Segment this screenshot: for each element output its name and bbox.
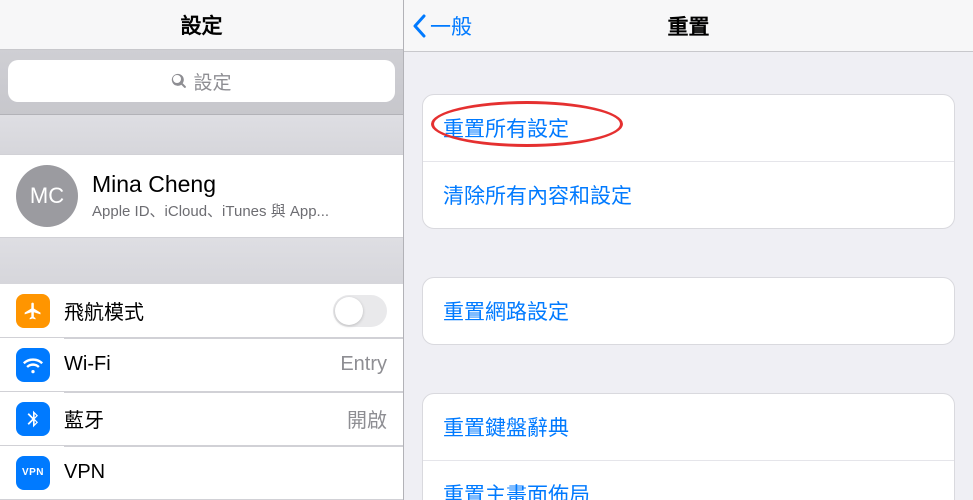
back-button[interactable]: 一般 (404, 11, 472, 41)
account-subtitle: Apple ID、iCloud、iTunes 與 App... (92, 200, 329, 221)
reset-group-2: 重置網路設定 (422, 277, 955, 345)
account-name: Mina Cheng (92, 171, 329, 198)
sidebar-item-airplane[interactable]: 飛航模式 (0, 284, 403, 338)
reset-keyboard-dict[interactable]: 重置鍵盤辭典 (423, 394, 954, 460)
section-gap (0, 238, 403, 284)
sidebar-item-bluetooth[interactable]: 藍牙 開啟 (0, 392, 403, 446)
chevron-left-icon (412, 14, 426, 38)
settings-sidebar: 設定 設定 MC Mina Cheng Apple ID、iCloud、iTun… (0, 0, 403, 500)
wifi-icon (16, 348, 50, 382)
airplane-switch[interactable] (333, 295, 387, 327)
search-icon (171, 73, 187, 89)
sidebar-item-vpn[interactable]: VPN VPN (0, 446, 403, 500)
airplane-icon (16, 294, 50, 328)
erase-all-content[interactable]: 清除所有內容和設定 (423, 161, 954, 228)
sidebar-header: 設定 (0, 0, 403, 50)
reset-group-1: 重置所有設定 清除所有內容和設定 (422, 94, 955, 229)
apple-id-text: Mina Cheng Apple ID、iCloud、iTunes 與 App.… (92, 171, 329, 221)
avatar: MC (16, 165, 78, 227)
apple-id-row[interactable]: MC Mina Cheng Apple ID、iCloud、iTunes 與 A… (0, 154, 403, 239)
wifi-label: Wi-Fi (64, 353, 326, 376)
vpn-icon: VPN (16, 456, 50, 490)
detail-panel: 一般 重置 重置所有設定 清除所有內容和設定 重置網路設定 重置鍵盤辭典 重置主… (403, 0, 973, 500)
vpn-label: VPN (64, 461, 387, 484)
sidebar-item-wifi[interactable]: Wi-Fi Entry (0, 338, 403, 392)
airplane-label: 飛航模式 (64, 296, 319, 325)
detail-title: 重置 (404, 11, 973, 41)
detail-header: 一般 重置 (404, 0, 973, 52)
detail-content: 重置所有設定 清除所有內容和設定 重置網路設定 重置鍵盤辭典 重置主畫面佈局 重… (404, 52, 973, 500)
search-container: 設定 (0, 50, 403, 115)
reset-home-layout[interactable]: 重置主畫面佈局 (423, 460, 954, 500)
wifi-value: Entry (340, 353, 387, 376)
bluetooth-value: 開啟 (347, 404, 387, 433)
section-gap (0, 115, 403, 153)
back-label: 一般 (430, 11, 472, 41)
bluetooth-icon (16, 402, 50, 436)
reset-all-settings[interactable]: 重置所有設定 (423, 95, 954, 161)
reset-network[interactable]: 重置網路設定 (423, 278, 954, 344)
sidebar-title: 設定 (181, 10, 223, 40)
reset-group-3: 重置鍵盤辭典 重置主畫面佈局 重置定位服務與隱私權 (422, 393, 955, 500)
search-input[interactable]: 設定 (8, 60, 395, 102)
search-placeholder: 設定 (193, 68, 231, 95)
bluetooth-label: 藍牙 (64, 404, 333, 433)
